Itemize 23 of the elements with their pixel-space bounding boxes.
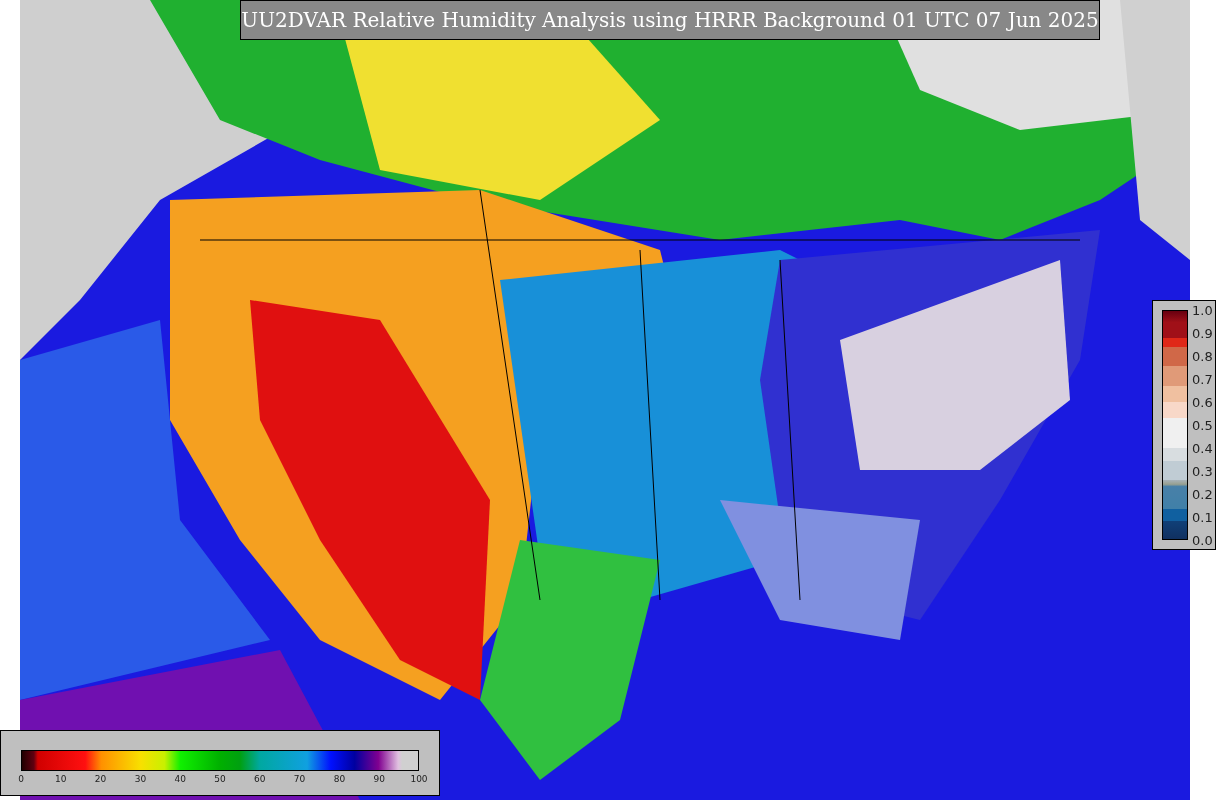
tick-label: 0.8 bbox=[1192, 348, 1213, 364]
tick-label: 20 bbox=[94, 774, 107, 784]
tick-label: 0.6 bbox=[1192, 394, 1213, 410]
tick-label: 0.9 bbox=[1192, 325, 1213, 341]
map-title: UU2DVAR Relative Humidity Analysis using HRRR Background 01 UTC 07 Jun 2025 bbox=[240, 0, 1100, 40]
tick-label: 60 bbox=[254, 774, 266, 784]
tick-label: 0.1 bbox=[1192, 509, 1213, 525]
tick-label: 100 bbox=[410, 774, 428, 784]
tick-label: 0.4 bbox=[1192, 440, 1213, 456]
tick-label: 0.3 bbox=[1192, 463, 1213, 479]
tick-label: 0.5 bbox=[1192, 417, 1213, 433]
tick-label: 90 bbox=[373, 774, 385, 784]
tick-label: 0.0 bbox=[1192, 532, 1213, 548]
tick-label: 70 bbox=[293, 774, 306, 784]
tick-label: 10 bbox=[55, 774, 67, 784]
tick-label: 30 bbox=[134, 774, 147, 784]
tick-label: 40 bbox=[174, 774, 186, 784]
tick-label: 0.7 bbox=[1192, 371, 1213, 387]
tick-label: 0.2 bbox=[1192, 486, 1213, 502]
tick-label: 50 bbox=[214, 774, 226, 784]
tick-label: 1.0 bbox=[1192, 302, 1213, 318]
tick-label: 80 bbox=[333, 774, 346, 784]
tick-label: 0 bbox=[18, 774, 24, 784]
